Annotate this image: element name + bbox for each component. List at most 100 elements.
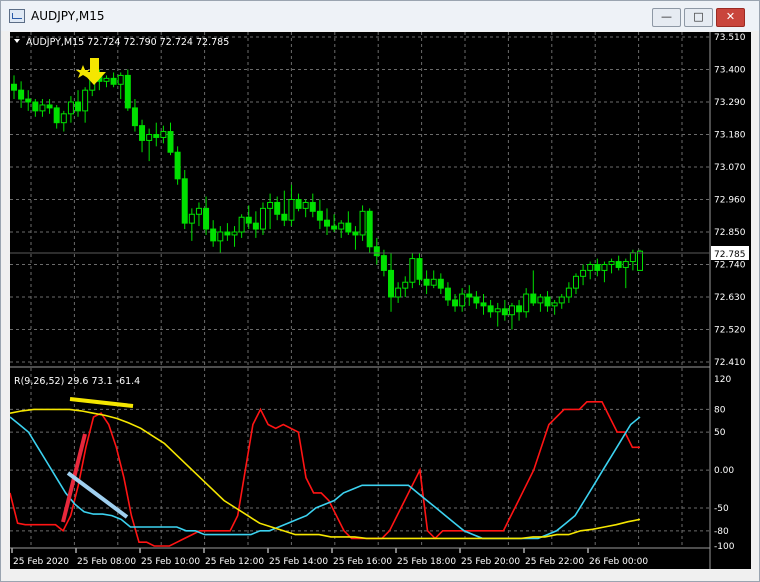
candle-body — [637, 250, 643, 271]
price-tick-label: 72.630 — [714, 293, 746, 303]
candle-body — [316, 210, 323, 221]
candle-body — [558, 296, 565, 304]
candle-body — [452, 299, 459, 307]
candle-body — [238, 216, 245, 233]
time-tick-label: 25 Feb 18:00 — [397, 557, 456, 567]
candle-body — [210, 228, 217, 242]
osc-series-line — [9, 400, 640, 547]
candle-body — [131, 107, 138, 127]
price-tick-label: 72.740 — [714, 261, 746, 271]
candle-body — [309, 201, 316, 212]
candle-body — [601, 264, 608, 271]
candle-body — [195, 207, 202, 215]
price-tick-label: 73.290 — [714, 98, 746, 108]
candle-body — [423, 278, 430, 286]
osc-tick-label: 50 — [714, 428, 726, 438]
candle-body — [11, 83, 17, 91]
candle-body — [487, 305, 494, 313]
grid — [10, 32, 710, 548]
candle-body — [572, 275, 579, 289]
candle-body — [508, 305, 515, 316]
candle-body — [245, 216, 252, 224]
time-tick-label: 25 Feb 10:00 — [141, 557, 200, 567]
candle-body — [622, 261, 629, 268]
candle-body — [167, 131, 174, 153]
price-tick-label: 73.070 — [714, 163, 746, 173]
candle-body — [430, 278, 437, 286]
candle-body — [544, 296, 551, 307]
candle-body — [615, 261, 622, 268]
time-tick-label: 25 Feb 20:00 — [461, 557, 520, 567]
candle-body — [388, 269, 395, 298]
candle-body — [324, 219, 330, 227]
candle-body — [580, 269, 587, 277]
candle-body — [359, 210, 366, 236]
candle-body — [345, 222, 352, 233]
candle-body — [53, 107, 60, 124]
symbol-menu-icon[interactable] — [14, 39, 20, 43]
osc-series-line — [9, 408, 641, 540]
candle-body — [67, 101, 74, 115]
candle-body — [402, 281, 409, 289]
osc-tick-label: -80 — [714, 527, 729, 537]
candle-body — [288, 199, 295, 221]
candle-body — [494, 308, 501, 313]
candle-body — [75, 101, 82, 112]
candle-body — [459, 293, 466, 307]
price-tick-label: 73.180 — [714, 131, 746, 141]
osc-tick-label: -100 — [714, 542, 735, 552]
candle-body — [231, 231, 238, 236]
candle-body — [352, 231, 359, 236]
time-tick-label: 25 Feb 22:00 — [525, 557, 584, 567]
candle-body — [466, 293, 473, 298]
candle-body — [153, 134, 160, 138]
candle-body — [395, 287, 402, 298]
chart-window: AUDJPY,M15 — □ ✕ AUDJPY,M15 72.724 72.79… — [0, 0, 760, 582]
time-tick-label: 26 Feb 00:00 — [589, 557, 648, 567]
osc-tick-label: -50 — [714, 504, 729, 514]
chart-svg[interactable]: AUDJPY,M15 72.724 72.790 72.724 72.785 R… — [9, 32, 751, 569]
candle-body — [331, 225, 338, 230]
time-tick-label: 25 Feb 2020 — [13, 557, 69, 567]
osc-tick-label: 0.00 — [714, 466, 734, 476]
candle-body — [217, 231, 224, 242]
candle-body — [259, 207, 266, 230]
chart-window-icon — [9, 9, 25, 23]
candle-body — [117, 74, 124, 85]
time-tick-label: 25 Feb 08:00 — [77, 557, 136, 567]
candle-body — [181, 178, 188, 224]
osc-tick-label: 120 — [714, 375, 731, 385]
close-button[interactable]: ✕ — [716, 8, 745, 27]
candle-body — [587, 264, 594, 271]
price-tick-label: 72.410 — [714, 358, 746, 368]
minimize-button[interactable]: — — [652, 8, 681, 27]
candle-body — [366, 210, 373, 248]
candle-body — [302, 201, 309, 209]
price-tick-label: 72.520 — [714, 326, 746, 336]
candle-body — [380, 255, 387, 271]
candle-body — [281, 213, 288, 221]
price-tick-label: 72.850 — [714, 228, 746, 238]
price-tick-label: 73.510 — [714, 33, 746, 43]
osc-tick-label: 80 — [714, 405, 726, 415]
price-tick-label: 73.400 — [714, 66, 746, 76]
candle-body — [409, 258, 416, 283]
candle-body — [565, 287, 572, 298]
title-bar[interactable]: AUDJPY,M15 — □ ✕ — [1, 1, 759, 31]
candle-body — [188, 213, 195, 224]
oscillator-lines — [9, 400, 641, 547]
candle-body — [295, 199, 302, 209]
candle-body — [516, 305, 523, 313]
candle-body — [551, 302, 558, 307]
candle-body — [274, 201, 281, 215]
maximize-button[interactable]: □ — [684, 8, 713, 27]
candle-body — [60, 113, 67, 124]
window-title: AUDJPY,M15 — [31, 9, 105, 23]
candle-body — [530, 293, 537, 304]
candle-body — [338, 222, 345, 230]
trend-line-yellow[interactable] — [69, 397, 134, 408]
chart-area[interactable]: AUDJPY,M15 72.724 72.790 72.724 72.785 R… — [9, 32, 751, 569]
candle-body — [252, 222, 259, 230]
time-tick-label: 25 Feb 16:00 — [333, 557, 392, 567]
current-price-label: 72.785 — [714, 250, 746, 260]
